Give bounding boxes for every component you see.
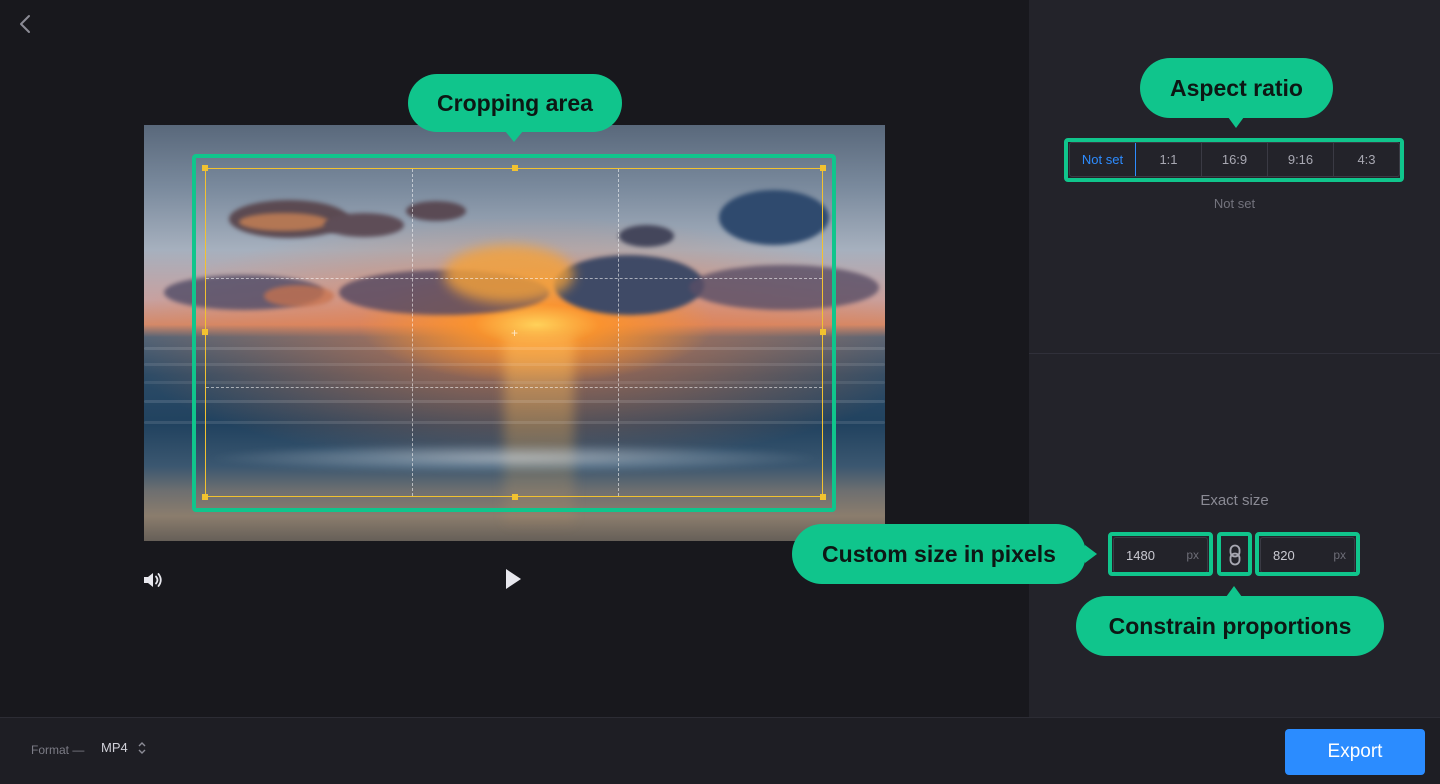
back-button[interactable]	[14, 12, 36, 36]
chevron-left-icon	[20, 15, 30, 33]
bottom-bar: Format — MP4 Export	[0, 717, 1440, 784]
cropping-area-callout: Cropping area	[408, 74, 622, 142]
editor-area: + Cropping area	[0, 0, 1029, 717]
volume-icon	[144, 573, 162, 587]
aspect-ratio-callout: Aspect ratio	[1140, 58, 1333, 128]
format-label: Format —	[31, 743, 85, 757]
width-field-highlight	[1108, 532, 1213, 576]
settings-panel: Aspect ratio Not set 1:1 16:9 9:16 4:3 N…	[1029, 0, 1440, 717]
height-field-highlight	[1255, 532, 1360, 576]
play-icon	[506, 569, 521, 589]
play-button[interactable]	[500, 566, 526, 592]
callout-label: Constrain proportions	[1108, 612, 1352, 639]
constrain-highlight	[1217, 532, 1252, 576]
callout-tail	[1228, 117, 1244, 128]
callout-label: Cropping area	[437, 89, 593, 116]
custom-size-callout: Custom size in pixels	[792, 524, 1097, 584]
aspect-ratio-status: Not set	[1213, 196, 1256, 211]
format-select[interactable]: MP4	[101, 740, 146, 755]
format-value: MP4	[101, 740, 128, 755]
callout-tail	[1226, 586, 1242, 597]
exact-size-label: Exact size	[1200, 492, 1269, 509]
cropping-area-highlight	[192, 154, 836, 512]
callout-label: Custom size in pixels	[822, 540, 1056, 567]
callout-label: Aspect ratio	[1170, 74, 1303, 101]
panel-divider	[1029, 353, 1440, 354]
up-down-chevron-icon	[138, 741, 146, 754]
callout-tail	[1085, 545, 1097, 563]
constrain-proportions-callout: Constrain proportions	[1076, 586, 1384, 656]
volume-button[interactable]	[140, 567, 166, 593]
aspect-ratio-highlight	[1064, 138, 1404, 182]
crop-video-app: + Cropping area Aspect ratio Not set 1:1…	[0, 0, 1440, 784]
callout-tail	[505, 131, 523, 142]
export-button[interactable]: Export	[1285, 729, 1425, 775]
